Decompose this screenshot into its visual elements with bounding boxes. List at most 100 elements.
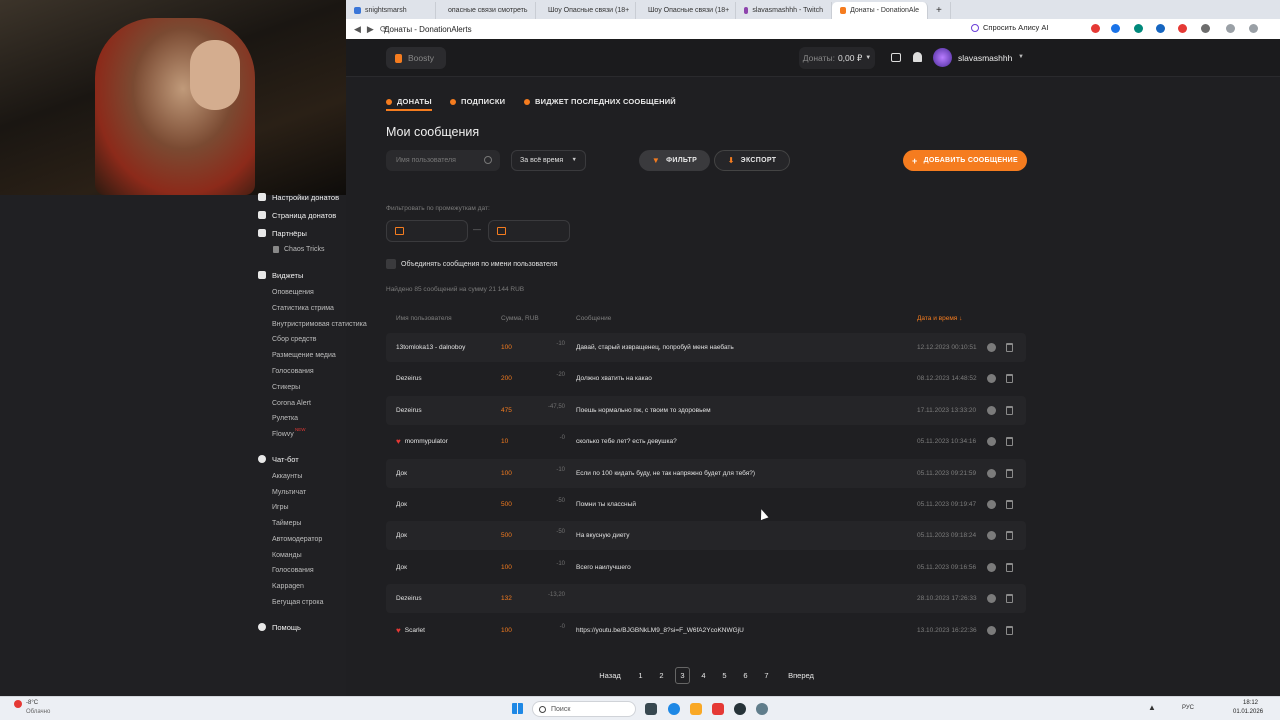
info-icon[interactable] xyxy=(987,374,996,384)
sidebar-item-widgets[interactable]: Виджеты xyxy=(272,271,303,280)
browser-tab[interactable]: Донаты - DonationAle xyxy=(832,2,928,19)
row-username[interactable]: Док xyxy=(396,490,407,519)
info-icon[interactable] xyxy=(987,405,996,415)
row-username[interactable]: Dezeirus xyxy=(396,364,422,393)
trash-icon[interactable] xyxy=(1006,343,1013,352)
browser-tab[interactable]: slavasmashhh - Twitch xyxy=(736,2,832,19)
table-row[interactable]: Док 500 -50 На вкусную диету 05.11.2023 09:1… xyxy=(386,521,1026,551)
trash-icon[interactable] xyxy=(1006,374,1013,384)
youtube-icon[interactable] xyxy=(1178,24,1187,33)
info-icon[interactable] xyxy=(987,500,996,509)
sidebar-subitem[interactable]: Размещение медиа xyxy=(272,352,336,359)
sidebar-subitem[interactable]: Flowvy xyxy=(272,431,294,438)
sidebar-subitem[interactable]: Автомодератор xyxy=(272,536,322,543)
sidebar-item-settings[interactable]: Настройки донатов xyxy=(272,193,339,202)
trash-icon[interactable] xyxy=(1006,594,1013,604)
row-username[interactable]: Док xyxy=(396,521,407,550)
sidebar-subitem[interactable]: Corona Alert xyxy=(272,400,311,407)
table-row[interactable]: 13tomloka13 - dalnoboy 100 -10 Давай, стары… xyxy=(386,333,1026,362)
merge-checkbox[interactable] xyxy=(386,259,396,269)
add-message-button[interactable]: + ДОБАВИТЬ СООБЩЕНИЕ xyxy=(903,150,1027,171)
username[interactable]: slavasmashhh xyxy=(958,53,1012,63)
opera-icon[interactable] xyxy=(1091,24,1100,33)
pagination-page[interactable]: 1 xyxy=(633,667,648,684)
trash-icon[interactable] xyxy=(1006,625,1013,635)
sidebar-item-chaos[interactable]: Chaos Tricks xyxy=(284,246,324,253)
pagination-page[interactable]: 6 xyxy=(738,667,753,684)
trash-icon[interactable] xyxy=(1006,437,1013,447)
browser-tab[interactable]: Шоу Опасные связи (18+ xyxy=(536,2,636,19)
wallet-icon[interactable] xyxy=(891,53,901,62)
sidebar-subitem[interactable]: Аккаунты xyxy=(272,473,302,480)
browser-tab[interactable]: Шоу Опасные связи (18+ xyxy=(636,2,736,19)
row-username[interactable]: ♥ mommypulator xyxy=(396,427,448,456)
sidebar-subitem[interactable]: Kappagen xyxy=(272,583,304,590)
sidebar-subitem[interactable]: Игры xyxy=(272,504,289,511)
row-username[interactable]: 13tomloka13 - dalnoboy xyxy=(396,333,465,362)
sidebar-subitem[interactable]: Бегущая строка xyxy=(272,599,324,606)
obs-icon[interactable] xyxy=(734,703,746,715)
start-button-icon[interactable] xyxy=(512,703,523,714)
sidebar-item-partners[interactable]: Партнёры xyxy=(272,229,307,238)
table-row[interactable]: Dezeirus 475 -47,50 Поешь нормально пж, с т… xyxy=(386,395,1026,425)
donate-balance[interactable]: Донаты: 0,00 ₽ ▼ xyxy=(799,47,875,69)
info-icon[interactable] xyxy=(987,562,996,572)
edge-icon[interactable] xyxy=(668,703,680,715)
row-username[interactable]: Dezeirus xyxy=(396,396,422,425)
pagination-next[interactable]: Вперед xyxy=(781,667,821,684)
row-username[interactable]: Док xyxy=(396,459,407,488)
avatar[interactable] xyxy=(933,48,952,67)
sidebar-subitem[interactable]: Статистика стрима xyxy=(272,305,334,312)
info-icon[interactable] xyxy=(987,437,996,447)
sidebar-subitem[interactable]: Оповещения xyxy=(272,289,314,296)
menu-icon[interactable] xyxy=(1249,24,1258,33)
header-date-sort[interactable]: Дата и время ↓ xyxy=(917,315,962,322)
trash-icon[interactable] xyxy=(1006,405,1013,415)
translate-icon[interactable] xyxy=(1111,24,1120,33)
sidebar-item-chatbot[interactable]: Чат-бот xyxy=(272,455,299,464)
info-icon[interactable] xyxy=(987,531,996,541)
sidebar-subitem[interactable]: Рулетка xyxy=(272,415,298,422)
new-tab-button[interactable]: + xyxy=(928,2,951,19)
pagination-page[interactable]: 2 xyxy=(654,667,669,684)
sidebar-subitem[interactable]: Команды xyxy=(272,552,302,559)
sidebar-subitem[interactable]: Внутристримовая статистика xyxy=(272,321,367,328)
period-select[interactable]: За всё время ▼ xyxy=(511,150,586,171)
table-row[interactable]: Dezeirus 132 -13,20 28.10.2023 17:26:33 xyxy=(386,584,1026,614)
bell-icon[interactable] xyxy=(913,52,922,62)
trash-icon[interactable] xyxy=(1006,500,1013,509)
browser-tab[interactable]: snightsmarsh xyxy=(346,2,436,19)
clock-date[interactable]: 01.01.2026 xyxy=(1233,709,1263,715)
sidebar-subitem[interactable]: Сбор средств xyxy=(272,336,316,343)
boosty-button[interactable]: Boosty xyxy=(386,47,446,69)
tab-last-messages-widget[interactable]: ВИДЖЕТ ПОСЛЕДНИХ СООБЩЕНИЙ xyxy=(524,97,676,106)
clock-time[interactable]: 18:12 xyxy=(1243,700,1258,706)
pagination-page[interactable]: 5 xyxy=(717,667,732,684)
trash-icon[interactable] xyxy=(1006,468,1013,478)
row-username[interactable]: Dezeirus xyxy=(396,584,422,613)
pagination-page[interactable]: 3 xyxy=(675,667,690,684)
info-icon[interactable] xyxy=(987,594,996,604)
sidebar-subitem[interactable]: Стикеры xyxy=(272,384,300,391)
nav-buttons[interactable]: ◀▶⟳ xyxy=(354,24,393,35)
info-icon[interactable] xyxy=(987,343,996,352)
tab-subscriptions[interactable]: ПОДПИСКИ xyxy=(450,97,505,106)
explorer-icon[interactable] xyxy=(690,703,702,715)
address-bar[interactable]: ◀▶⟳ Донаты - DonationAlerts Спросить Али… xyxy=(346,19,1280,39)
table-row[interactable]: ♥ mommypulator 10 -0 сколько тебе лет? есть … xyxy=(386,427,1026,456)
taskbar-search[interactable]: Поиск xyxy=(532,701,636,717)
task-view-icon[interactable] xyxy=(645,703,657,715)
table-row[interactable]: Док 100 -10 Если по 100 кидать буду, не так… xyxy=(386,458,1026,488)
export-button[interactable]: ⬇ ЭКСПОРТ xyxy=(714,150,790,171)
info-icon[interactable] xyxy=(987,625,996,635)
table-row[interactable]: ♥ Scarlet 100 -0 https://youtu.be/BJGBNkLM9_… xyxy=(386,616,1026,645)
tab-donations[interactable]: ДОНАТЫ xyxy=(386,97,432,111)
shield-icon[interactable] xyxy=(1156,24,1165,33)
table-row[interactable]: Док 500 -50 Помни ты классный 05.11.2023 09:… xyxy=(386,490,1026,519)
bookmark-icon[interactable] xyxy=(1226,24,1235,33)
table-row[interactable]: Dezeirus 200 -20 Должно хватить на какао 08.… xyxy=(386,364,1026,393)
sidebar-item-help[interactable]: Помощь xyxy=(272,623,301,632)
date-from-input[interactable] xyxy=(386,220,468,242)
sidebar-subitem[interactable]: Мультичат xyxy=(272,489,306,496)
info-icon[interactable] xyxy=(987,468,996,478)
